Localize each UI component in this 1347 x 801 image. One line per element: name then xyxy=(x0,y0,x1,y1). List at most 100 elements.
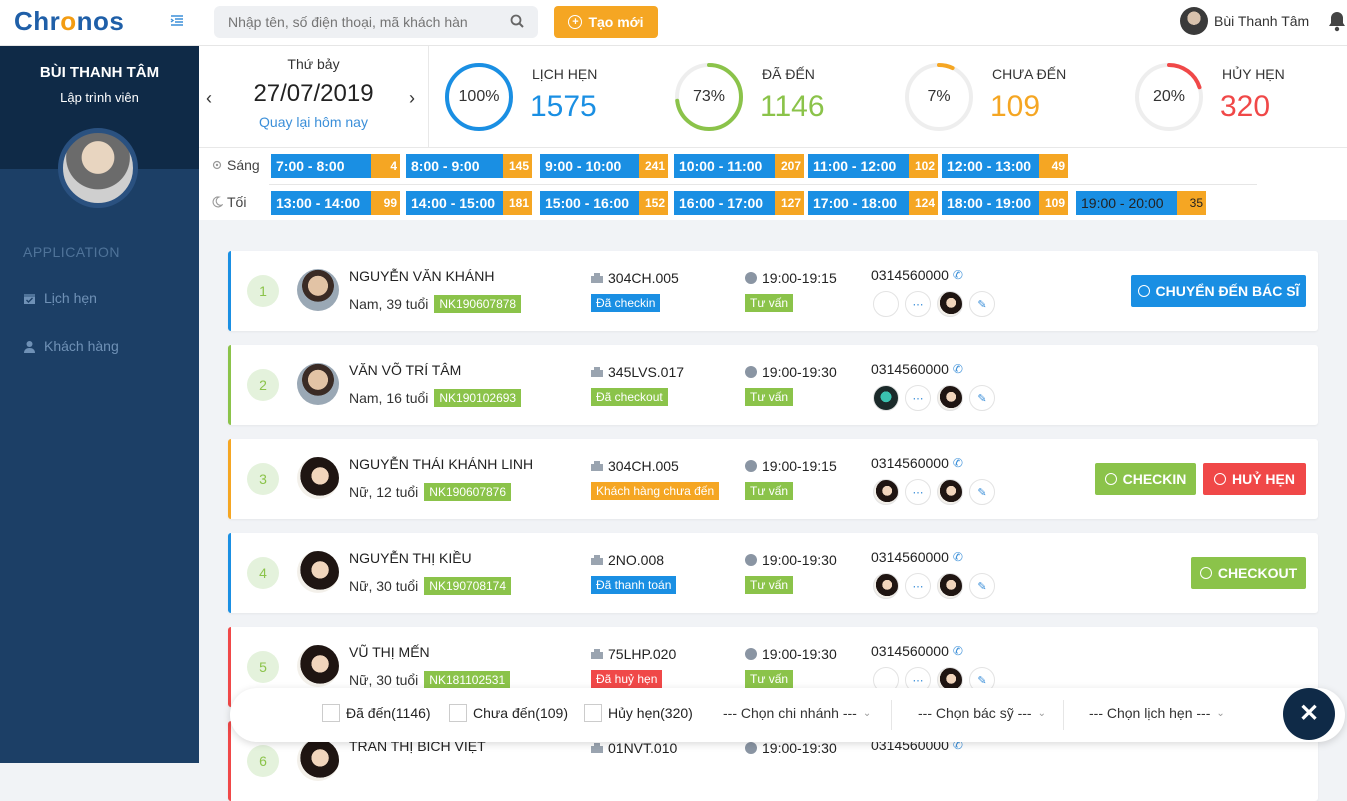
patient-code: NK190708174 xyxy=(424,577,512,595)
search-input[interactable] xyxy=(214,6,494,38)
checkin-label: CHECKIN xyxy=(1122,471,1187,487)
phone-icon[interactable]: ✆ xyxy=(953,456,963,470)
appointment-card[interactable]: 2 VĂN VÕ TRÍ TÂM Nam, 16 tuổi NK190102693 34… xyxy=(228,345,1318,425)
top-bar: Chronos + Tạo mới Bùi Thanh Tâm xyxy=(0,0,1347,46)
timeslot-count: 102 xyxy=(909,154,938,178)
back-to-today-link[interactable]: Quay lại hôm nay xyxy=(199,114,428,130)
staff-avatar[interactable] xyxy=(937,479,963,505)
timeslot-evening-0[interactable]: 13:00 - 14:00 99 xyxy=(271,191,400,215)
prev-day-button[interactable]: ‹ xyxy=(206,88,212,109)
phone-icon[interactable]: ✆ xyxy=(953,362,963,376)
patient-name[interactable]: NGUYỄN THÁI KHÁNH LINH xyxy=(349,456,533,472)
timeslot-evening-5[interactable]: 18:00 - 19:00 109 xyxy=(942,191,1068,215)
doctor-avatar[interactable] xyxy=(873,479,899,505)
filter-not-arrived[interactable]: Chưa đến(109) xyxy=(449,704,568,722)
status-badge: Đã checkin xyxy=(591,294,661,312)
patient-age: Nam, 16 tuổi xyxy=(349,390,429,406)
gear-icon xyxy=(212,160,222,170)
room: 304CH.005 xyxy=(591,458,679,474)
user-name: Bùi Thanh Tâm xyxy=(1214,13,1310,29)
timeslot-count: 35 xyxy=(1177,191,1206,215)
service-badge: Tư vấn xyxy=(745,294,794,312)
timeslot-evening-2[interactable]: 15:00 - 16:00 152 xyxy=(540,191,668,215)
calendar-icon xyxy=(24,293,35,304)
search-box xyxy=(214,6,538,38)
patient-name[interactable]: VĂN VÕ TRÍ TÂM xyxy=(349,362,461,378)
nav-section-title: APPLICATION xyxy=(23,244,121,260)
create-button[interactable]: + Tạo mới xyxy=(554,6,658,38)
timeslot-morning-4[interactable]: 11:00 - 12:00 102 xyxy=(808,154,938,178)
chat-icon[interactable]: ⋯ xyxy=(905,385,931,411)
patient-age: Nữ, 30 tuổi xyxy=(349,578,419,594)
chat-icon[interactable]: ⋯ xyxy=(905,291,931,317)
sidebar-item-appointments[interactable]: Lịch hẹn xyxy=(23,290,97,306)
patient-name[interactable]: NGUYỄN THỊ KIỀU xyxy=(349,550,472,566)
phone-icon[interactable]: ✆ xyxy=(953,644,963,658)
menu-toggle-icon[interactable] xyxy=(170,14,184,28)
timeslot-evening-1[interactable]: 14:00 - 15:00 181 xyxy=(406,191,532,215)
timeslot-time: 14:00 - 15:00 xyxy=(406,191,503,215)
phone-icon[interactable]: ✆ xyxy=(953,268,963,282)
phone: 0314560000 ✆ xyxy=(871,549,963,565)
room: 304CH.005 xyxy=(591,270,679,286)
cancel-button[interactable]: HUỶ HẸN xyxy=(1203,463,1306,495)
edit-icon[interactable]: ✎ xyxy=(969,291,995,317)
row-index: 3 xyxy=(247,463,279,495)
checkout-button[interactable]: CHECKOUT xyxy=(1191,557,1306,589)
checkbox[interactable] xyxy=(449,704,467,722)
staff-avatar[interactable] xyxy=(937,385,963,411)
phone-icon[interactable]: ✆ xyxy=(953,550,963,564)
logo[interactable]: Chronos xyxy=(14,6,124,37)
appointment-card[interactable]: 4 NGUYỄN THỊ KIỀU Nữ, 30 tuổi NK190708174 2N… xyxy=(228,533,1318,613)
edit-icon[interactable]: ✎ xyxy=(969,479,995,505)
timeslot-time: 10:00 - 11:00 xyxy=(674,154,775,178)
chat-icon[interactable]: ⋯ xyxy=(905,573,931,599)
bell-icon[interactable] xyxy=(1327,10,1347,32)
staff-avatar[interactable] xyxy=(937,291,963,317)
timeslot-evening-4[interactable]: 17:00 - 18:00 124 xyxy=(808,191,938,215)
patient-name[interactable]: NGUYỄN VĂN KHÁNH xyxy=(349,268,494,284)
timeslot-evening-3[interactable]: 16:00 - 17:00 127 xyxy=(674,191,804,215)
phone: 0314560000 ✆ xyxy=(871,643,963,659)
filter-arrived[interactable]: Đã đến(1146) xyxy=(322,704,431,722)
doctor-avatar[interactable] xyxy=(873,573,899,599)
timeslot-morning-5[interactable]: 12:00 - 13:00 49 xyxy=(942,154,1068,178)
clock-icon xyxy=(745,460,757,472)
profile-avatar[interactable] xyxy=(58,128,138,208)
timeslot-morning-1[interactable]: 8:00 - 9:00 145 xyxy=(406,154,532,178)
filter-not-arrived-label: Chưa đến(109) xyxy=(473,705,568,721)
sidebar-item-customers[interactable]: Khách hàng xyxy=(23,338,119,354)
doctor-avatar[interactable] xyxy=(873,291,899,317)
close-filter-button[interactable]: ✕ xyxy=(1283,688,1335,740)
search-icon[interactable] xyxy=(510,14,524,28)
checkin-button[interactable]: CHECKIN xyxy=(1095,463,1196,495)
edit-icon[interactable]: ✎ xyxy=(969,573,995,599)
doctor-avatar[interactable] xyxy=(873,385,899,411)
checkbox[interactable] xyxy=(584,704,602,722)
next-day-button[interactable]: › xyxy=(409,88,415,109)
phone-number: 0314560000 xyxy=(871,361,949,377)
branch-select[interactable]: --- Chọn chi nhánh --- ⌄ xyxy=(723,705,871,721)
filter-cancelled[interactable]: Hủy hẹn(320) xyxy=(584,704,693,722)
stat-percent: 73% xyxy=(692,88,726,105)
day-label: Thứ bảy xyxy=(287,56,340,72)
chat-icon[interactable]: ⋯ xyxy=(905,479,931,505)
appointment-card[interactable]: 3 NGUYỄN THÁI KHÁNH LINH Nữ, 12 tuổi NK1906… xyxy=(228,439,1318,519)
timeslot-morning-0[interactable]: 7:00 - 8:00 4 xyxy=(271,154,400,178)
patient-age: Nam, 39 tuổi xyxy=(349,296,429,312)
appointment-select[interactable]: --- Chọn lịch hẹn --- ⌄ xyxy=(1089,705,1225,721)
timeslot-morning-3[interactable]: 10:00 - 11:00 207 xyxy=(674,154,804,178)
stat-title: ĐÃ ĐẾN xyxy=(762,66,815,82)
timeslot-count: 124 xyxy=(909,191,938,215)
user-menu[interactable]: Bùi Thanh Tâm xyxy=(1180,7,1309,35)
appointment-card[interactable]: 1 NGUYỄN VĂN KHÁNH Nam, 39 tuổi NK190607878… xyxy=(228,251,1318,331)
patient-name[interactable]: VŨ THỊ MẾN xyxy=(349,644,430,660)
checkbox[interactable] xyxy=(322,704,340,722)
check-circle-icon xyxy=(1137,285,1150,297)
timeslot-evening-6[interactable]: 19:00 - 20:00 35 xyxy=(1076,191,1206,215)
staff-avatar[interactable] xyxy=(937,573,963,599)
transfer-button[interactable]: CHUYỂN ĐẾN BÁC SĨ xyxy=(1131,275,1306,307)
edit-icon[interactable]: ✎ xyxy=(969,385,995,411)
doctor-select[interactable]: --- Chọn bác sỹ --- ⌄ xyxy=(918,705,1046,721)
timeslot-morning-2[interactable]: 9:00 - 10:00 241 xyxy=(540,154,668,178)
